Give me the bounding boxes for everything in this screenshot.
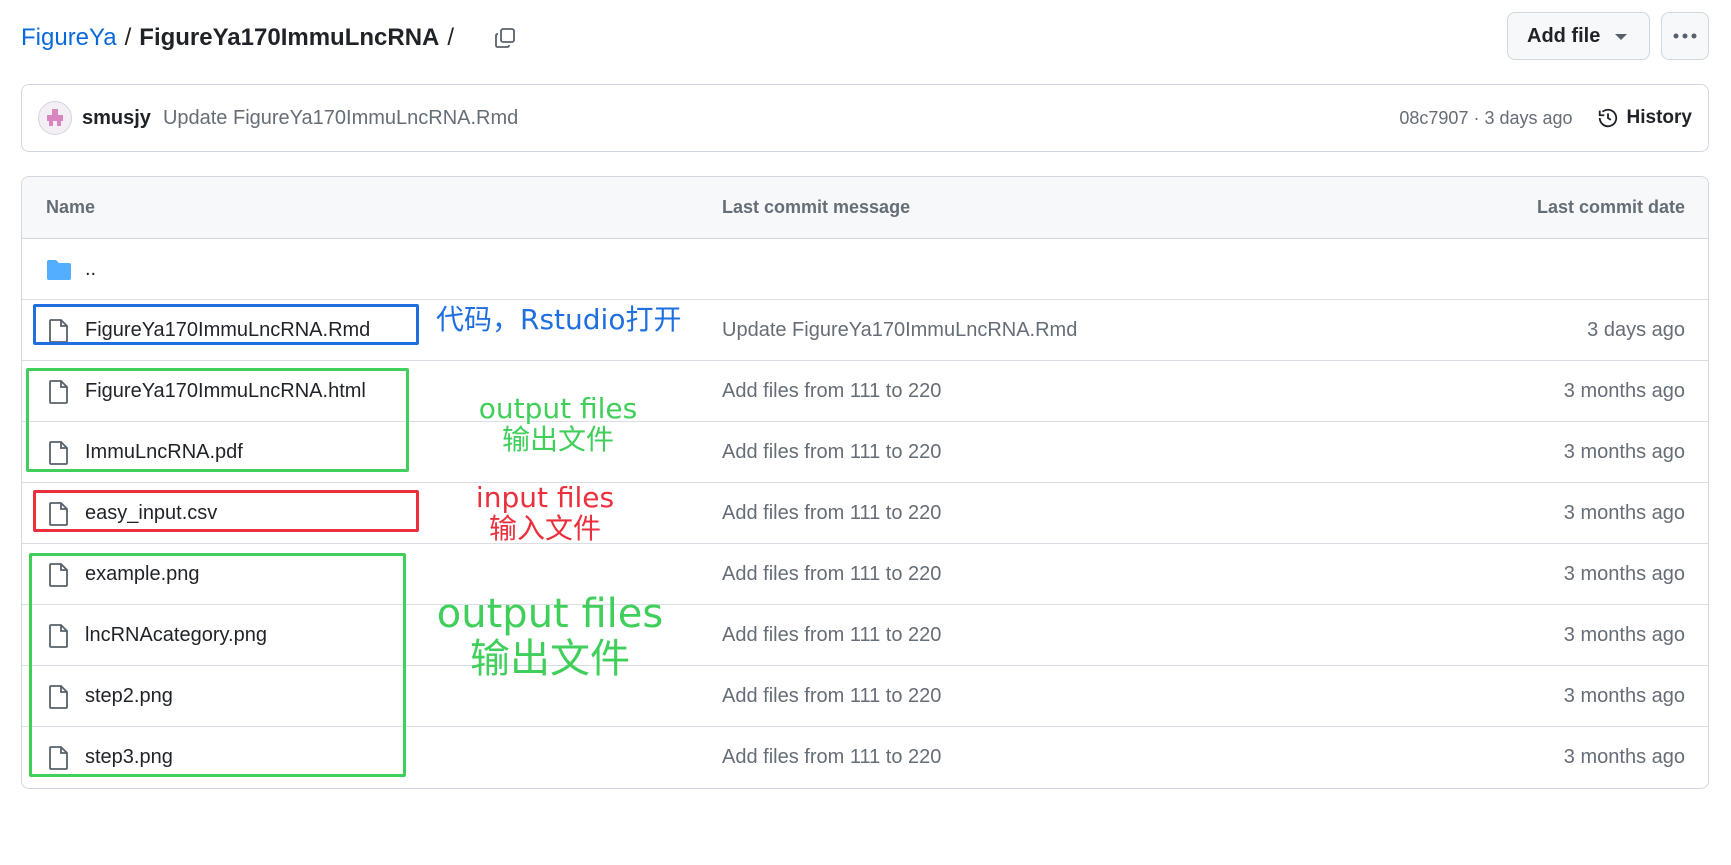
output-annotation-large-zh: 输出文件 <box>470 635 630 682</box>
history-button[interactable]: History <box>1597 107 1692 129</box>
history-icon <box>1598 108 1617 128</box>
file-commit-date: 3 days ago <box>1587 318 1685 341</box>
file-commit-message[interactable]: Add files from 111 to 220 <box>722 380 941 403</box>
breadcrumb-separator: / <box>124 24 132 51</box>
file-commit-message[interactable]: Add files from 111 to 220 <box>722 624 941 647</box>
latest-commit-bar: smusjy Update FigureYa170ImmuLncRNA.Rmd … <box>21 84 1709 152</box>
output-annotation-label-small: output files 输出文件 <box>468 393 648 456</box>
chevron-down-icon <box>1615 34 1627 40</box>
code-annotation-box <box>33 304 419 345</box>
history-label: History <box>1626 107 1692 128</box>
add-file-label: Add file <box>1527 24 1601 47</box>
header-last-commit-date: Last commit date <box>1536 197 1685 217</box>
file-commit-date: 3 months ago <box>1563 746 1685 768</box>
header-last-commit-message: Last commit message <box>722 197 911 217</box>
file-commit-date: 3 months ago <box>1563 501 1685 524</box>
file-commit-message[interactable]: Add files from 111 to 220 <box>722 685 941 708</box>
file-commit-date: 3 months ago <box>1563 623 1685 646</box>
output-annotation-small-en: output files <box>478 392 638 425</box>
code-annotation-label: 代码，Rstudio打开 <box>436 303 682 336</box>
header-name: Name <box>46 197 96 217</box>
file-commit-date: 3 months ago <box>1563 684 1685 707</box>
file-commit-date: 3 months ago <box>1563 379 1685 402</box>
add-file-button[interactable]: Add file <box>1507 12 1650 60</box>
more-options-button[interactable] <box>1661 12 1709 60</box>
commit-author[interactable]: smusjy <box>82 107 151 130</box>
table-header: Name Last commit message Last commit dat… <box>22 177 1708 239</box>
input-annotation-zh: 输入文件 <box>488 512 601 546</box>
input-annotation-box <box>33 490 419 532</box>
input-annotation-label: input files 输入文件 <box>463 482 627 545</box>
kebab-horizontal-icon <box>1673 33 1697 39</box>
file-commit-date: 3 months ago <box>1563 562 1685 585</box>
folder-icon <box>46 257 72 283</box>
file-commit-message[interactable]: Update FigureYa170ImmuLncRNA.Rmd <box>722 319 1077 342</box>
output-annotation-box-large <box>29 553 406 777</box>
parent-directory-row[interactable]: .. <box>22 239 1708 300</box>
copy-path-icon[interactable] <box>490 23 520 53</box>
breadcrumb-current-folder: FigureYa170ImmuLncRNA <box>139 24 440 51</box>
file-commit-date: 3 months ago <box>1563 440 1685 463</box>
breadcrumb-trailing-separator: / <box>447 24 455 51</box>
file-commit-message[interactable]: Add files from 111 to 220 <box>722 746 941 769</box>
breadcrumb: FigureYa / FigureYa170ImmuLncRNA / <box>21 16 520 60</box>
input-annotation-en: input files <box>475 481 615 514</box>
output-annotation-label-large: output files 输出文件 <box>435 592 665 682</box>
output-annotation-small-zh: 输出文件 <box>501 423 614 457</box>
commit-sha-time[interactable]: 08c7907 · 3 days ago <box>1399 108 1572 129</box>
avatar[interactable] <box>38 101 72 135</box>
parent-directory-link[interactable]: .. <box>85 258 96 281</box>
output-annotation-large-en: output files <box>436 591 664 637</box>
output-annotation-box-small <box>26 368 409 472</box>
file-commit-message[interactable]: Add files from 111 to 220 <box>722 502 941 525</box>
breadcrumb-repo-link[interactable]: FigureYa <box>21 24 117 52</box>
file-commit-message[interactable]: Add files from 111 to 220 <box>722 441 941 464</box>
file-commit-message[interactable]: Add files from 111 to 220 <box>722 563 941 586</box>
commit-message[interactable]: Update FigureYa170ImmuLncRNA.Rmd <box>163 107 518 130</box>
